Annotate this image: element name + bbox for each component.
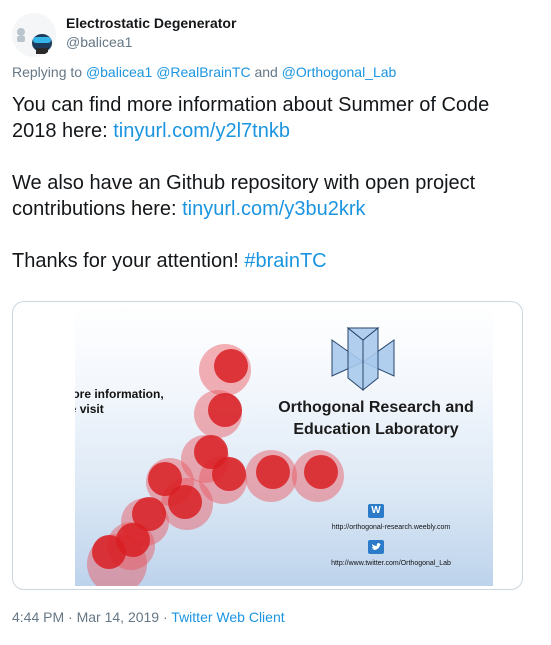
twitter-bird-icon — [368, 540, 384, 554]
tweet-paragraph: Thanks for your attention! #brainTC — [12, 248, 532, 274]
avatar[interactable] — [12, 13, 56, 57]
avatar-robot-icon — [12, 13, 56, 57]
molecule-graphic — [87, 344, 344, 586]
media-card[interactable]: For more information, please visit Ortho… — [12, 301, 523, 590]
replying-to-line: Replying to @balicea1 @RealBrainTC and @… — [12, 64, 396, 80]
author-display-name[interactable]: Electrostatic Degenerator — [66, 15, 236, 31]
tweet-date[interactable]: Mar 14, 2019 — [77, 609, 160, 625]
mention-balicea1[interactable]: @balicea1 — [86, 64, 152, 80]
tweet-text: You can find more information about Summ… — [12, 92, 532, 274]
tweet-client-link[interactable]: Twitter Web Client — [171, 609, 284, 625]
weebly-url: http://orthogonal-research.weebly.com — [331, 524, 451, 531]
meta-separator: · — [68, 609, 73, 625]
orthogonal-lab-logo — [331, 326, 395, 392]
hashtag-braintc[interactable]: #brainTC — [244, 250, 326, 272]
tweet-image[interactable]: For more information, please visit Ortho… — [75, 304, 493, 586]
replying-to-joiner: and — [254, 64, 278, 80]
mention-realbraintc[interactable]: @RealBrainTC — [156, 64, 250, 80]
slide-info-text: For more information, please visit — [75, 387, 164, 416]
slide-title: Orthogonal Research and Education Labora… — [278, 399, 474, 438]
tweet-meta: 4:44 PM · Mar 14, 2019 · Twitter Web Cli… — [12, 609, 285, 625]
author-handle[interactable]: @balicea1 — [66, 34, 132, 50]
tweet-paragraph-text: Thanks for your attention! — [12, 250, 245, 272]
weebly-icon: W — [368, 504, 384, 518]
replying-to-label: Replying to — [12, 64, 83, 80]
tweet-paragraph: We also have an Github repository with o… — [12, 170, 532, 222]
tinyurl-link-summer-of-code[interactable]: tinyurl.com/y2l7tnkb — [113, 120, 290, 142]
meta-separator: · — [162, 609, 168, 625]
tweet-time[interactable]: 4:44 PM — [12, 609, 64, 625]
mention-orthogonal-lab[interactable]: @Orthogonal_Lab — [282, 64, 397, 80]
tweet-paragraph: You can find more information about Summ… — [12, 92, 532, 144]
twitter-url: http://www.twitter.com/Orthogonal_Lab — [331, 560, 451, 567]
tinyurl-link-github[interactable]: tinyurl.com/y3bu2krk — [182, 198, 365, 220]
